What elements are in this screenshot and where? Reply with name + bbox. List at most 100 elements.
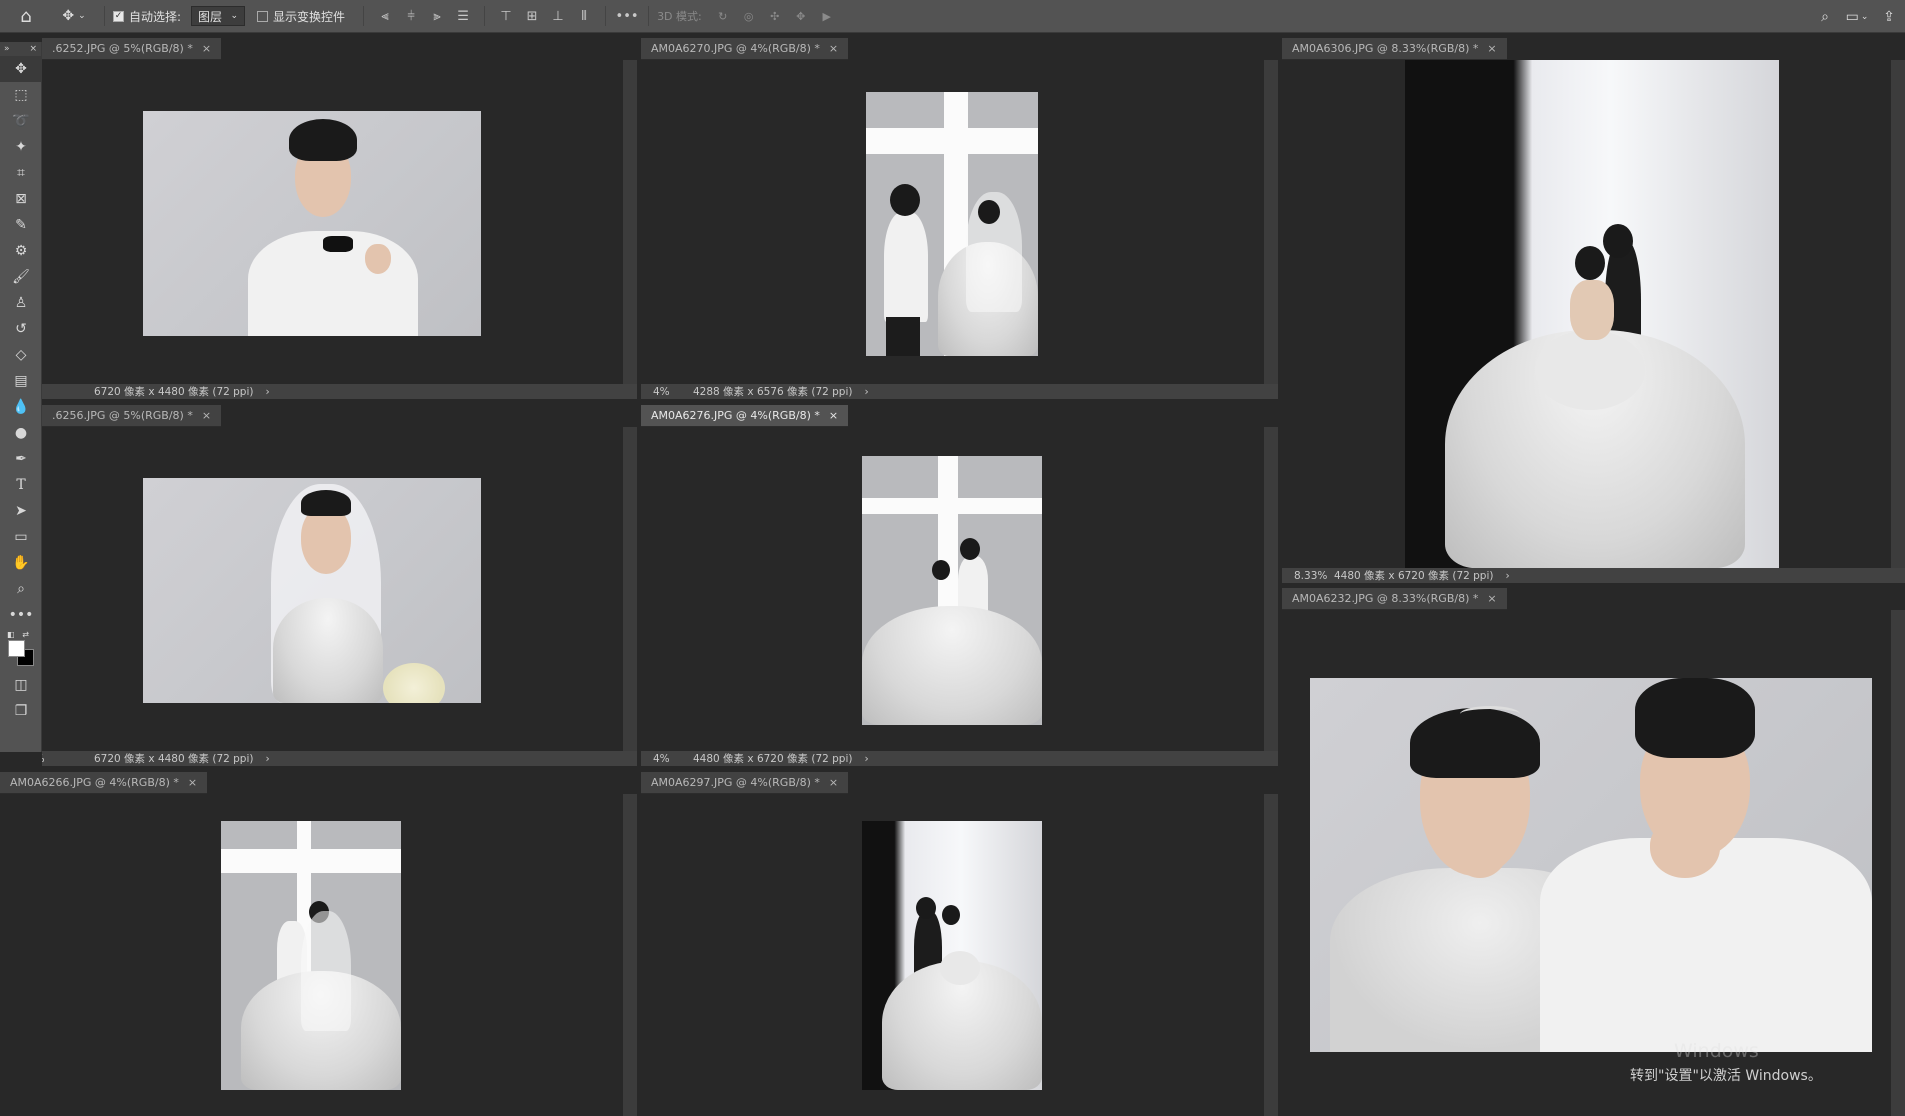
- show-transform-checkbox[interactable]: [257, 10, 269, 22]
- distribute-horizontal-icon[interactable]: ⫴: [571, 0, 597, 33]
- status-arrow-icon[interactable]: ›: [265, 753, 269, 765]
- share-icon[interactable]: ⇪: [1873, 0, 1905, 33]
- photo-couple-window-sitting: [862, 456, 1042, 725]
- document-canvas[interactable]: [1282, 60, 1905, 583]
- vertical-scrollbar[interactable]: [623, 427, 637, 751]
- vertical-scrollbar[interactable]: [623, 794, 637, 1116]
- vertical-scrollbar[interactable]: [623, 60, 637, 384]
- document-window: AM0A6306.JPG @ 8.33%(RGB/8) * × 8.33% 4480…: [1282, 38, 1905, 583]
- marquee-tool-icon[interactable]: ⬚: [0, 82, 42, 108]
- align-hcenter-icon[interactable]: ⫩: [398, 0, 424, 33]
- close-tab-icon[interactable]: ×: [188, 776, 197, 789]
- move-tool-icon[interactable]: ✥: [0, 56, 42, 82]
- zoom-readout[interactable]: 8.33%: [1294, 570, 1334, 582]
- foreground-color-swatch[interactable]: [8, 640, 25, 657]
- document-tab[interactable]: AM0A6297.JPG @ 4%(RGB/8) * ×: [641, 772, 849, 794]
- screen-mode-icon[interactable]: ❐: [0, 698, 42, 724]
- color-swatches[interactable]: ◧ ⇄: [0, 628, 41, 672]
- close-tab-icon[interactable]: ×: [202, 409, 211, 422]
- vertical-scrollbar[interactable]: [1264, 60, 1278, 384]
- align-vcenter-icon[interactable]: ⊞: [519, 0, 545, 33]
- close-tab-icon[interactable]: ×: [1487, 42, 1496, 55]
- quick-mask-icon[interactable]: ◫: [0, 672, 42, 698]
- workspace-icon[interactable]: ▭ ⌄: [1841, 0, 1873, 33]
- zoom-readout[interactable]: 4%: [653, 386, 693, 398]
- align-left-icon[interactable]: ⫷: [372, 0, 398, 33]
- distribute-vertical-icon[interactable]: ☰: [450, 0, 476, 33]
- document-tab[interactable]: AM0A6232.JPG @ 8.33%(RGB/8) * ×: [1282, 588, 1507, 610]
- document-tab[interactable]: .6256.JPG @ 5%(RGB/8) * ×: [42, 405, 222, 427]
- magic-wand-tool-icon[interactable]: ✦: [0, 134, 42, 160]
- vertical-scrollbar[interactable]: [1264, 427, 1278, 751]
- close-tab-icon[interactable]: ×: [829, 42, 838, 55]
- home-icon[interactable]: ⌂: [0, 0, 52, 33]
- vertical-scrollbar[interactable]: [1891, 610, 1905, 1116]
- align-bottom-icon[interactable]: ⊥: [545, 0, 571, 33]
- document-canvas[interactable]: [0, 794, 637, 1116]
- lasso-tool-icon[interactable]: ➰: [0, 108, 42, 134]
- move-tool-preset-icon[interactable]: ✥ ⌄: [52, 0, 96, 33]
- close-tab-icon[interactable]: ×: [829, 776, 838, 789]
- dodge-tool-icon[interactable]: ●: [0, 420, 42, 446]
- document-canvas[interactable]: [641, 427, 1278, 766]
- document-canvas[interactable]: [641, 794, 1278, 1116]
- hand-tool-icon[interactable]: ✋: [0, 550, 42, 576]
- drag-3d-icon[interactable]: ✣: [762, 0, 788, 33]
- tools-panel: » × ✥ ⬚ ➰ ✦ ⌗ ⊠ ✎ ⚙ 🖌 ♙ ↺ ◇ ▤ 💧 ● ✒ T ➤ …: [0, 42, 42, 752]
- document-canvas[interactable]: [641, 60, 1278, 399]
- vertical-scrollbar[interactable]: [1264, 794, 1278, 1116]
- document-tab-label: AM0A6276.JPG @ 4%(RGB/8) *: [651, 409, 820, 422]
- auto-select-target-dropdown[interactable]: 图层 ⌄: [191, 6, 246, 26]
- auto-select-checkbox[interactable]: ✓: [113, 10, 124, 22]
- path-selection-tool-icon[interactable]: ➤: [0, 498, 42, 524]
- edit-toolbar-icon[interactable]: •••: [0, 602, 42, 628]
- status-arrow-icon[interactable]: ›: [864, 386, 868, 398]
- document-window: AM0A6270.JPG @ 4%(RGB/8) * × 4% 4288 像素 x …: [641, 38, 1278, 399]
- rectangle-tool-icon[interactable]: ▭: [0, 524, 42, 550]
- document-tab[interactable]: AM0A6266.JPG @ 4%(RGB/8) * ×: [0, 772, 208, 794]
- close-tab-icon[interactable]: ×: [829, 409, 838, 422]
- frame-tool-icon[interactable]: ⊠: [0, 186, 42, 212]
- healing-brush-tool-icon[interactable]: ⚙: [0, 238, 42, 264]
- status-arrow-icon[interactable]: ›: [1505, 570, 1509, 582]
- status-bar: 8.33% 4480 像素 x 6720 像素 (72 ppi) ›: [1282, 568, 1905, 583]
- document-canvas[interactable]: Windows 转到"设置"以激活 Windows。: [1282, 610, 1905, 1116]
- close-tab-icon[interactable]: ×: [1487, 592, 1496, 605]
- more-options-button[interactable]: •••: [614, 0, 640, 33]
- search-icon[interactable]: ⌕: [1809, 0, 1841, 33]
- crop-tool-icon[interactable]: ⌗: [0, 160, 42, 186]
- chevron-down-icon: ⌄: [230, 11, 239, 21]
- status-arrow-icon[interactable]: ›: [864, 753, 868, 765]
- brush-tool-icon[interactable]: 🖌: [0, 264, 42, 290]
- photo-bride-portrait: [143, 478, 481, 703]
- align-right-icon[interactable]: ⫸: [424, 0, 450, 33]
- document-tab[interactable]: AM0A6276.JPG @ 4%(RGB/8) * ×: [641, 405, 849, 427]
- type-tool-icon[interactable]: T: [0, 472, 42, 498]
- zoom-readout[interactable]: 5%: [42, 753, 94, 765]
- status-arrow-icon[interactable]: ›: [265, 386, 269, 398]
- document-tab[interactable]: AM0A6270.JPG @ 4%(RGB/8) * ×: [641, 38, 849, 60]
- roll-3d-icon[interactable]: ◎: [736, 0, 762, 33]
- document-canvas[interactable]: [42, 427, 637, 766]
- camera-3d-icon[interactable]: ▶: [814, 0, 840, 33]
- clone-stamp-tool-icon[interactable]: ♙: [0, 290, 42, 316]
- history-brush-tool-icon[interactable]: ↺: [0, 316, 42, 342]
- gradient-tool-icon[interactable]: ▤: [0, 368, 42, 394]
- default-colors-icon[interactable]: ◧ ⇄: [7, 630, 29, 639]
- zoom-tool-icon[interactable]: ⌕: [0, 576, 42, 602]
- pen-tool-icon[interactable]: ✒: [0, 446, 42, 472]
- eraser-tool-icon[interactable]: ◇: [0, 342, 42, 368]
- close-panel-icon[interactable]: ×: [29, 44, 37, 54]
- slide-3d-icon[interactable]: ✥: [788, 0, 814, 33]
- close-tab-icon[interactable]: ×: [202, 42, 211, 55]
- blur-tool-icon[interactable]: 💧: [0, 394, 42, 420]
- vertical-scrollbar[interactable]: [1891, 60, 1905, 568]
- document-tab[interactable]: .6252.JPG @ 5%(RGB/8) * ×: [42, 38, 222, 60]
- zoom-readout[interactable]: 4%: [653, 753, 693, 765]
- orbit-3d-icon[interactable]: ↻: [710, 0, 736, 33]
- collapse-panel-icon[interactable]: »: [4, 44, 10, 54]
- document-canvas[interactable]: [42, 60, 637, 399]
- document-tab[interactable]: AM0A6306.JPG @ 8.33%(RGB/8) * ×: [1282, 38, 1507, 60]
- align-top-icon[interactable]: ⊤: [493, 0, 519, 33]
- eyedropper-tool-icon[interactable]: ✎: [0, 212, 42, 238]
